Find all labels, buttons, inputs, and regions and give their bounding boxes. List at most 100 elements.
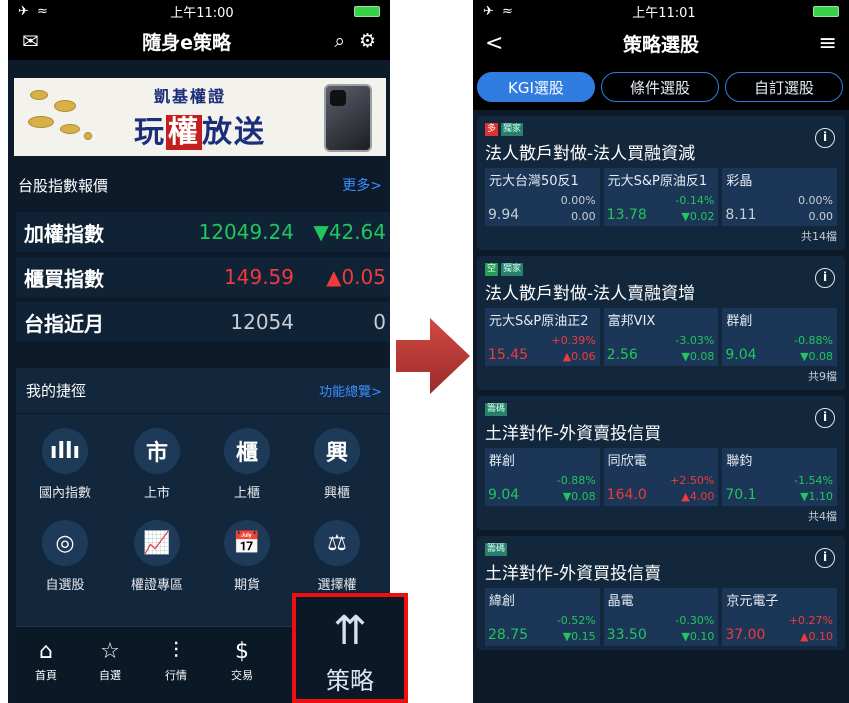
stock-price: 8.11: [725, 207, 757, 223]
stock-percent: -0.88%: [556, 474, 596, 487]
info-icon[interactable]: i: [815, 268, 835, 288]
strategy-card[interactable]: 籌碼 i 土洋對作-外資買投信賣 緯創 -0.52% 28.75 ▼0.15 晶電 -0.30%…: [477, 536, 845, 650]
stock-price: 70.1: [725, 487, 757, 503]
stock-tile[interactable]: 富邦VIX -3.03% 2.56 ▼0.08: [603, 308, 719, 366]
stock-price: 164.0: [606, 487, 647, 503]
search-icon[interactable]: ⌕: [334, 30, 345, 52]
stock-percent: 0.00%: [560, 194, 596, 207]
stock-change: ▼0.08: [562, 490, 596, 503]
stock-change: ▼0.08: [681, 350, 715, 363]
shortcut-listed[interactable]: 市上市: [112, 428, 202, 501]
promo-banner[interactable]: 凱基權證 玩權放送: [14, 78, 386, 156]
stock-percent: -1.54%: [794, 474, 834, 487]
stock-name: 緯創: [489, 594, 516, 609]
stock-percent: -0.52%: [556, 614, 596, 627]
tab-dollar[interactable]: $ 交易: [220, 639, 264, 683]
emerging-icon: 興: [314, 428, 360, 474]
gear-icon[interactable]: ⚙: [359, 30, 376, 52]
stock-tile[interactable]: 京元電子 +0.27% 37.00 ▲0.10: [722, 588, 838, 646]
stock-percent: -0.88%: [794, 334, 834, 347]
stock-change: ▼0.10: [681, 630, 715, 643]
stock-price: 37.00: [725, 627, 766, 643]
stock-price: 9.04: [725, 347, 757, 363]
index-name: 台指近月: [24, 311, 104, 336]
index-more-link[interactable]: 更多>: [342, 175, 382, 195]
stock-list: 元大S&P原油正2 +0.39% 15.45 ▲0.06 富邦VIX -3.03% 2.56…: [485, 308, 838, 366]
tab-star[interactable]: ☆ 自選: [88, 639, 132, 683]
strategy-tab-highlight[interactable]: ⇈ 策略: [292, 593, 408, 703]
stock-tile[interactable]: 元大台灣50反1 0.00% 9.94 0.00: [485, 168, 600, 226]
index-row[interactable]: 櫃買指數 149.59 ▲0.05: [16, 257, 390, 297]
strategy-card[interactable]: 空獨家 i 法人散戶對做-法人賣融資增 元大S&P原油正2 +0.39% 15.45 ▲0.…: [477, 256, 845, 390]
segment-condition[interactable]: 條件選股: [601, 72, 719, 102]
banner-word-1: 玩: [134, 115, 166, 150]
shortcut-emerging[interactable]: 興興櫃: [292, 428, 382, 501]
info-icon[interactable]: i: [815, 408, 835, 428]
card-title: 土洋對作-外資賣投信買: [485, 424, 662, 444]
stock-tile[interactable]: 緯創 -0.52% 28.75 ▼0.15: [485, 588, 600, 646]
stock-tile[interactable]: 元大S&P原油反1 -0.14% 13.78 ▼0.02: [603, 168, 719, 226]
stock-list: 緯創 -0.52% 28.75 ▼0.15 晶電 -0.30% 33.50 ▼0.10 京元電子…: [485, 588, 838, 646]
stock-change: ▲4.00: [681, 490, 715, 503]
stock-count: 共9檔: [808, 370, 837, 383]
stock-tile[interactable]: 聯鈞 -1.54% 70.1 ▼1.10: [722, 448, 838, 506]
tab-home[interactable]: ⌂ 首頁: [24, 639, 68, 683]
stock-tile[interactable]: 晶電 -0.30% 33.50 ▼0.10: [603, 588, 719, 646]
segment-kgi[interactable]: KGI選股: [477, 72, 595, 102]
shortcut-label: 自選股: [45, 578, 85, 593]
stock-name: 京元電子: [726, 594, 779, 609]
shortcut-label: 興櫃: [323, 486, 350, 501]
stock-price: 33.50: [606, 627, 647, 643]
shortcut-label: 權證專區: [130, 578, 183, 593]
segment-custom[interactable]: 自訂選股: [725, 72, 843, 102]
tab-sliders[interactable]: ⫶ 行情: [154, 639, 198, 683]
shortcut-otc[interactable]: 櫃上櫃: [202, 428, 292, 501]
stock-tile[interactable]: 彩晶 0.00% 8.11 0.00: [722, 168, 838, 226]
stock-percent: +0.27%: [788, 614, 834, 627]
strategy-card[interactable]: 籌碼 i 土洋對作-外資賣投信買 群創 -0.88% 9.04 ▼0.08 同欣電 +2.50%…: [477, 396, 845, 530]
stock-name: 元大S&P原油反1: [607, 174, 708, 189]
stock-percent: +2.50%: [670, 474, 715, 487]
stock-change: ▼1.10: [800, 490, 834, 503]
stock-tile[interactable]: 同欣電 +2.50% 164.0 ▲4.00: [603, 448, 719, 506]
stock-percent: +0.39%: [551, 334, 596, 347]
mail-icon[interactable]: ✉: [22, 29, 39, 53]
shortcut-target[interactable]: ◎ 自選股: [20, 520, 110, 593]
shortcut-label: 上櫃: [233, 486, 260, 501]
screenshot-stage: ✈ ≈ 上午11:00 ✉ 隨身e策略 ⌕ ⚙ 凱基權證 玩權放送 台股指數報價…: [0, 0, 849, 703]
segment-control: KGI選股 條件選股 自訂選股: [473, 64, 849, 110]
stock-price: 13.78: [606, 207, 647, 223]
strategy-card[interactable]: 多獨家 i 法人散戶對做-法人買融資減 元大台灣50反1 0.00% 9.94 0.00 元大…: [477, 116, 845, 250]
phone-image: [324, 84, 372, 152]
stock-change: ▲0.10: [800, 630, 834, 643]
stock-tile[interactable]: 群創 -0.88% 9.04 ▼0.08: [722, 308, 838, 366]
target-icon: ◎: [42, 520, 88, 566]
stock-list: 群創 -0.88% 9.04 ▼0.08 同欣電 +2.50% 164.0 ▲4.00 聯鈞 -1…: [485, 448, 838, 506]
info-icon[interactable]: i: [815, 548, 835, 568]
shortcut-label: 國內指數: [38, 486, 91, 501]
listed-icon: 市: [134, 428, 180, 474]
menu-icon[interactable]: ≡: [819, 31, 837, 56]
strategy-nav: < 策略選股 ≡: [473, 22, 849, 64]
shortcut-warrant-chart[interactable]: 📈 權證專區: [112, 520, 202, 593]
stock-tile[interactable]: 元大S&P原油正2 +0.39% 15.45 ▲0.06: [485, 308, 600, 366]
stock-price: 9.94: [488, 207, 520, 223]
stock-tile[interactable]: 群創 -0.88% 9.04 ▼0.08: [485, 448, 600, 506]
shortcut-bar-chart[interactable]: ıllı 國內指數: [20, 428, 110, 501]
index-row[interactable]: 台指近月 12054 0: [16, 302, 390, 342]
stock-change: ▼0.02: [681, 210, 715, 223]
info-icon[interactable]: i: [815, 128, 835, 148]
top-nav: ✉ 隨身e策略 ⌕ ⚙: [8, 22, 390, 60]
feature-overview-link[interactable]: 功能總覽>: [319, 381, 382, 400]
tab-label: 首頁: [35, 669, 57, 682]
strategy-title: 策略選股: [622, 33, 699, 56]
futures-calendar-icon: 📅: [224, 520, 270, 566]
index-name: 加權指數: [24, 221, 104, 246]
shortcut-options-scale[interactable]: ⚖ 選擇權: [292, 520, 382, 593]
status-bar: ✈ ≈ 上午11:00: [8, 0, 390, 22]
index-row[interactable]: 加權指數 12049.24 ▼42.64: [16, 212, 390, 252]
back-icon[interactable]: <: [485, 31, 503, 56]
shortcut-futures-calendar[interactable]: 📅 期貨: [202, 520, 292, 593]
card-tag: 籌碼: [485, 402, 508, 416]
strategy-screen: ✈ ≈ 上午11:01 < 策略選股 ≡ KGI選股 條件選股 自訂選股 多獨家…: [473, 0, 849, 703]
